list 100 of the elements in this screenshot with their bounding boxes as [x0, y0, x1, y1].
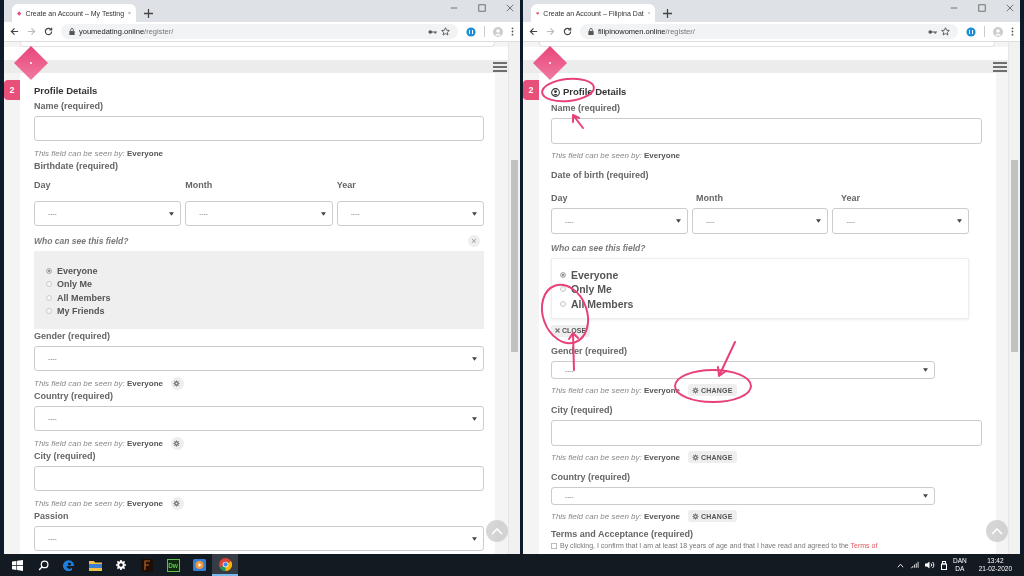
field-label: Birthdate (required): [34, 160, 119, 173]
field-label: Country (required): [34, 390, 114, 403]
gear-icon: [692, 512, 699, 520]
field-label: Gender (required): [34, 330, 111, 343]
windows-icon[interactable]: [11, 559, 23, 571]
more-icon[interactable]: [1011, 27, 1014, 36]
radio-button[interactable]: [46, 308, 52, 315]
key-icon[interactable]: [428, 28, 437, 35]
gear-icon[interactable]: [115, 559, 127, 571]
field-label: Day: [34, 179, 52, 192]
more-icon[interactable]: [511, 27, 514, 36]
reload-icon[interactable]: [563, 27, 572, 36]
visibility-note: This field can be seen by: Everyone: [34, 378, 163, 388]
volume-icon[interactable]: [925, 561, 935, 569]
chevron-up-icon: [991, 527, 1003, 535]
field-label: Name (required): [34, 100, 105, 113]
search-icon[interactable]: [37, 559, 49, 571]
new-tab-icon[interactable]: [663, 9, 672, 18]
radio-button[interactable]: [560, 286, 566, 293]
radio-button[interactable]: [560, 300, 566, 307]
field-label: Month: [696, 192, 724, 205]
field-label: Date of birth (required): [551, 169, 650, 182]
menu-icon[interactable]: [493, 62, 507, 72]
option-label: All Members: [57, 292, 111, 303]
extension-icon[interactable]: [966, 26, 976, 37]
close-icon[interactable]: [1006, 4, 1014, 12]
caret-icon: [472, 536, 477, 541]
caret-icon: [472, 416, 477, 421]
input-field[interactable]: [551, 118, 982, 144]
usb-icon[interactable]: [941, 560, 947, 570]
radio-button[interactable]: [46, 281, 52, 288]
star-icon[interactable]: [441, 27, 450, 36]
forward-icon[interactable]: [546, 27, 555, 36]
network-icon[interactable]: [910, 561, 919, 569]
gear-icon: [173, 499, 180, 507]
option-label: Everyone: [571, 269, 619, 282]
field-label: Month: [185, 179, 214, 192]
reload-icon[interactable]: [44, 27, 53, 36]
step-badge: 2: [4, 80, 20, 100]
field-label: Day: [551, 192, 569, 205]
caret-icon: [957, 219, 963, 223]
star-icon[interactable]: [941, 27, 950, 36]
lock-icon: [588, 28, 594, 35]
back-icon[interactable]: [529, 27, 538, 36]
chrome-icon[interactable]: [218, 557, 232, 571]
caret-icon: [922, 368, 928, 372]
app-icon[interactable]: [141, 558, 153, 572]
visibility-question: Who can see this field?: [34, 236, 129, 246]
field-label: Year: [841, 192, 862, 205]
visibility-note: This field can be seen by: Everyone: [551, 511, 680, 521]
option-label: Only Me: [57, 279, 92, 290]
caret-icon: [472, 356, 477, 361]
caret-icon: [816, 219, 822, 223]
visibility-note: This field can be seen by: Everyone: [551, 452, 680, 462]
step-badge: 2: [523, 80, 539, 100]
caret-icon: [922, 494, 928, 498]
change-visibility-button[interactable]: [171, 496, 184, 510]
key-icon[interactable]: [928, 28, 937, 35]
back-icon[interactable]: [10, 27, 19, 36]
caret-icon: [169, 211, 175, 216]
browser-icon[interactable]: [63, 559, 75, 571]
visibility-note: This field can be seen by: Everyone: [34, 498, 163, 508]
field-label: City (required): [34, 450, 97, 463]
option-label: My Friends: [57, 306, 105, 317]
forward-icon[interactable]: [27, 27, 36, 36]
input-field[interactable]: [34, 116, 484, 141]
scrollbar[interactable]: [1008, 42, 1020, 554]
gear-icon: [173, 379, 180, 387]
input-field[interactable]: [34, 466, 484, 491]
visibility-question: Who can see this field?: [551, 243, 646, 253]
maximize-icon[interactable]: [978, 4, 986, 12]
visibility-note: This field can be seen by: Everyone: [551, 150, 680, 160]
visibility-note: This field can be seen by: Everyone: [34, 148, 163, 158]
radio-button[interactable]: [46, 294, 52, 301]
close-icon[interactable]: [506, 4, 514, 12]
checkbox[interactable]: [551, 542, 557, 549]
gear-icon: [692, 453, 699, 461]
chevron-up-icon[interactable]: [897, 562, 904, 568]
change-visibility-button[interactable]: [171, 436, 184, 450]
section-title: Profile Details: [34, 85, 98, 97]
close-icon: [555, 328, 560, 333]
gear-icon: [173, 439, 180, 447]
caret-icon: [675, 219, 681, 223]
menu-icon[interactable]: [993, 62, 1007, 72]
field-label: Passion: [34, 510, 70, 523]
field-label: Country (required): [551, 471, 631, 484]
player-icon[interactable]: [192, 559, 206, 571]
visibility-note: This field can be seen by: Everyone: [34, 438, 163, 448]
field-label: Name (required): [551, 102, 622, 115]
lock-icon: [69, 28, 75, 35]
new-tab-icon[interactable]: [144, 9, 153, 18]
field-label: City (required): [551, 404, 614, 417]
change-visibility-button[interactable]: [171, 376, 184, 390]
input-field[interactable]: [551, 420, 982, 446]
caret-icon: [320, 211, 326, 216]
folder-icon[interactable]: [88, 559, 102, 571]
extension-icon[interactable]: [466, 26, 476, 37]
scrollbar[interactable]: [508, 42, 520, 554]
maximize-icon[interactable]: [478, 4, 486, 12]
field-label: Year: [336, 179, 357, 192]
